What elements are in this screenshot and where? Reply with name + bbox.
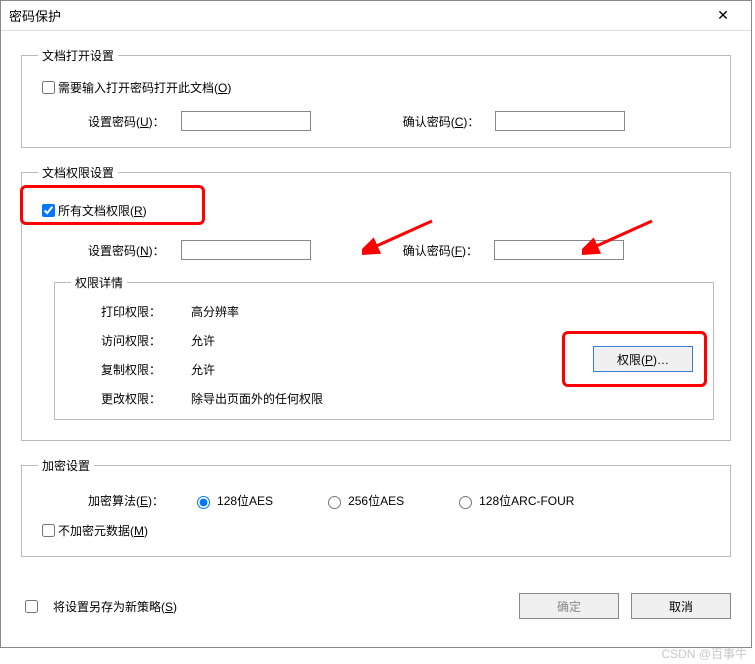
print-perm-label: 打印权限： [101, 303, 191, 320]
arcfour128-radio[interactable] [459, 496, 472, 509]
print-perm-value: 高分辨率 [191, 303, 697, 320]
no-encrypt-metadata-label: 不加密元数据(M) [58, 522, 148, 539]
titlebar: 密码保护 ✕ [1, 1, 751, 31]
perm-button-wrap: 权限(P)… [593, 346, 693, 372]
aes128-radio[interactable] [197, 496, 210, 509]
change-perm-value: 除导出页面外的任何权限 [191, 390, 697, 407]
open-set-password-input[interactable] [181, 111, 311, 131]
encryption-algo-label: 加密算法(E)： [88, 492, 174, 509]
perm-password-row: 设置密码(N)： 确认密码(F)： [38, 240, 714, 260]
permissions-button[interactable]: 权限(P)… [593, 346, 693, 372]
perm-settings-group: 文档权限设置 所有文档权限(R) 设置密码(N)： 确认密码(F)： [21, 164, 731, 441]
arcfour128-option[interactable]: 128位ARC-FOUR [454, 492, 574, 509]
dialog-body: 文档打开设置 需要输入打开密码打开此文档(O) 设置密码(U)： 确认密码(C)… [1, 31, 751, 583]
open-settings-group: 文档打开设置 需要输入打开密码打开此文档(O) 设置密码(U)： 确认密码(C)… [21, 47, 731, 148]
aes128-option[interactable]: 128位AES [192, 492, 273, 509]
open-confirm-password-input[interactable] [495, 111, 625, 131]
perm-detail-group: 权限详情 打印权限： 高分辨率 访问权限： 允许 复制权限： 允许 更改权限： … [54, 274, 714, 420]
save-as-strategy-label: 将设置另存为新策略(S) [53, 598, 177, 615]
encryption-algo-row: 加密算法(E)： 128位AES 256位AES 128位ARC-FOUR [38, 492, 714, 509]
arcfour128-label: 128位ARC-FOUR [479, 492, 574, 509]
access-perm-label: 访问权限： [101, 332, 191, 349]
open-password-row: 设置密码(U)： 确认密码(C)： [38, 111, 714, 131]
require-open-password-checkbox[interactable] [42, 81, 55, 94]
change-perm-label: 更改权限： [101, 390, 191, 407]
aes256-option[interactable]: 256位AES [323, 492, 404, 509]
watermark-text: CSDN @百事牛 [661, 645, 747, 662]
open-set-password-label: 设置密码(U)： [88, 113, 175, 130]
perm-set-password-input[interactable] [181, 240, 311, 260]
dialog-title: 密码保护 [9, 6, 703, 25]
bottom-bar: 将设置另存为新策略(S) 确定 取消 [1, 583, 751, 619]
aes256-radio[interactable] [328, 496, 341, 509]
require-open-password-label: 需要输入打开密码打开此文档(O) [58, 79, 231, 96]
encryption-radio-group: 128位AES 256位AES 128位ARC-FOUR [192, 492, 574, 509]
save-as-strategy-checkbox[interactable] [25, 600, 38, 613]
perm-detail-legend: 权限详情 [71, 274, 127, 291]
open-confirm-password-label: 确认密码(C)： [403, 113, 490, 130]
close-icon: ✕ [717, 7, 729, 24]
open-settings-legend: 文档打开设置 [38, 47, 118, 64]
password-protection-dialog: 密码保护 ✕ 文档打开设置 需要输入打开密码打开此文档(O) 设置密码(U)： [0, 0, 752, 648]
perm-set-password-label: 设置密码(N)： [88, 242, 175, 259]
highlight-all-perm [20, 185, 205, 225]
encryption-settings-legend: 加密设置 [38, 457, 94, 474]
perm-confirm-password-input[interactable] [494, 240, 624, 260]
perm-settings-legend: 文档权限设置 [38, 164, 118, 181]
cancel-button[interactable]: 取消 [631, 593, 731, 619]
close-button[interactable]: ✕ [703, 2, 743, 30]
ok-button[interactable]: 确定 [519, 593, 619, 619]
aes256-label: 256位AES [348, 492, 404, 509]
aes128-label: 128位AES [217, 492, 273, 509]
require-open-password-row: 需要输入打开密码打开此文档(O) [38, 78, 714, 97]
perm-confirm-password-label: 确认密码(F)： [403, 242, 488, 259]
encryption-settings-group: 加密设置 加密算法(E)： 128位AES 256位AES [21, 457, 731, 557]
no-encrypt-metadata-checkbox[interactable] [42, 524, 55, 537]
copy-perm-label: 复制权限： [101, 361, 191, 378]
no-encrypt-metadata-row: 不加密元数据(M) [38, 521, 714, 540]
